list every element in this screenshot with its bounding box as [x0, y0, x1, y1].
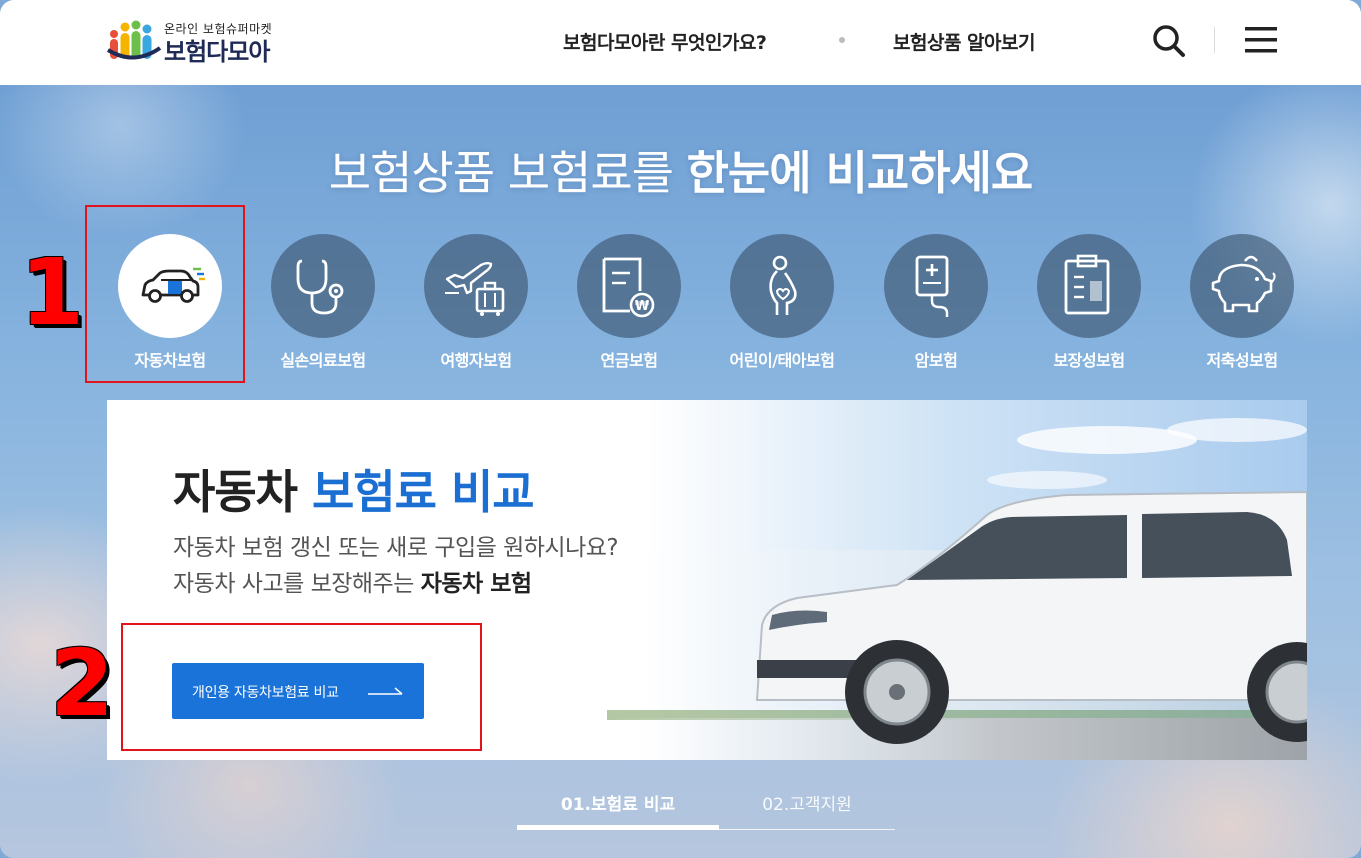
nav-products[interactable]: 보험상품 알아보기: [893, 28, 1035, 55]
annotation-number-2: 2: [50, 630, 115, 737]
card-desc-line2-bold: 자동차 보험: [420, 571, 532, 597]
category-label: 연금보험: [600, 351, 658, 370]
pension-document-icon: ₩: [602, 257, 655, 318]
annotation-box-2: [121, 623, 482, 751]
nav-about[interactable]: 보험다모아란 무엇인가요?: [563, 28, 767, 55]
category-circle: [884, 234, 988, 338]
card-title: 자동차 보험료 비교: [173, 456, 535, 522]
annotation-number-1: 1: [20, 239, 85, 346]
stethoscope-icon: [296, 259, 344, 315]
site-header: 온라인 보험슈퍼마켓 보험다모아 보험다모아란 무엇인가요? 보험상품 알아보기: [0, 0, 1361, 85]
category-label: 여행자보험: [440, 351, 512, 370]
card-desc-line2-plain: 자동차 사고를 보장해주는: [173, 571, 414, 597]
airplane-luggage-icon: [445, 262, 505, 316]
header-divider: [1214, 27, 1215, 53]
browser-frame: 온라인 보험슈퍼마켓 보험다모아 보험다모아란 무엇인가요? 보험상품 알아보기…: [0, 0, 1361, 858]
nav-separator-dot: [839, 37, 845, 43]
pregnant-icon: [769, 255, 797, 315]
hero-title: 보험상품 보험료를 한눈에 비교하세요: [0, 137, 1361, 203]
card-desc-line2: 자동차 사고를 보장해주는 자동차 보험: [173, 566, 618, 602]
logo-wordmark: 보험다모아: [164, 38, 270, 66]
category-circle: [1037, 234, 1141, 338]
hamburger-icon: [1245, 27, 1277, 53]
clipboard-icon: [1064, 254, 1110, 315]
category-label: 저축성보험: [1206, 351, 1278, 370]
hero-title-light: 보험상품 보험료를: [328, 146, 674, 200]
logo-people-icon: [106, 20, 162, 60]
category-circle: [424, 234, 528, 338]
site-logo[interactable]: 온라인 보험슈퍼마켓 보험다모아: [106, 18, 296, 66]
category-cancer[interactable]: 암보험: [866, 233, 1006, 373]
menu-button[interactable]: [1243, 24, 1279, 56]
search-button[interactable]: [1150, 22, 1188, 60]
svg-text:₩: ₩: [635, 299, 650, 314]
category-savings[interactable]: 저축성보험: [1172, 233, 1312, 373]
card-desc-line1: 자동차 보험 갱신 또는 새로 구입을 원하시나요?: [173, 535, 619, 561]
category-circle: [1190, 234, 1294, 338]
category-label: 어린이/태아보험: [729, 351, 835, 370]
category-circle: ₩: [577, 234, 681, 338]
card-title-blue: 보험료 비교: [311, 465, 535, 519]
category-circle: [271, 234, 375, 338]
active-tab-indicator: [517, 825, 719, 830]
card-description: 자동차 보험 갱신 또는 새로 구입을 원하시나요? 자동차 사고를 보장해주는…: [173, 530, 619, 602]
card-title-dark: 자동차: [173, 465, 298, 519]
piggy-bank-icon: [1211, 255, 1276, 313]
hero-section: 보험상품 보험료를 한눈에 비교하세요 자동차보험 실손의료보험 여행자보험 ₩…: [0, 85, 1361, 858]
category-travel[interactable]: 여행자보험: [406, 233, 546, 373]
tab-customer-support[interactable]: 02.고객지원: [719, 790, 895, 832]
category-label: 보장성보험: [1053, 351, 1125, 370]
category-label: 실손의료보험: [280, 351, 366, 370]
category-medical[interactable]: 실손의료보험: [253, 233, 393, 373]
iv-bag-icon: [915, 255, 949, 317]
hero-title-strong: 한눈에 비교하세요: [686, 146, 1034, 200]
category-circle: [730, 234, 834, 338]
category-pension[interactable]: ₩ 연금보험: [559, 233, 699, 373]
search-icon: [1153, 25, 1185, 57]
category-child[interactable]: 어린이/태아보험: [712, 233, 852, 373]
category-protection[interactable]: 보장성보험: [1019, 233, 1159, 373]
annotation-box-1: [85, 205, 245, 383]
category-label: 암보험: [914, 351, 958, 370]
